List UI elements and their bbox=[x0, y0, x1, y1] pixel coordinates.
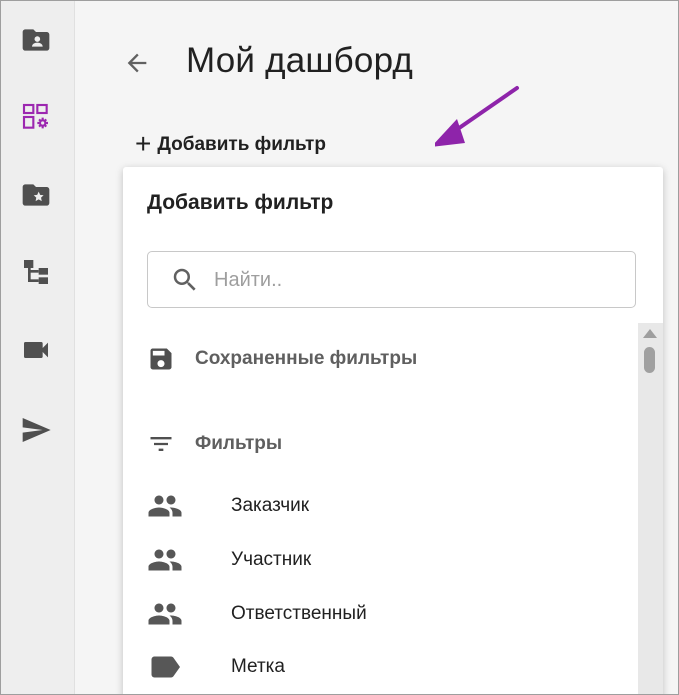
sidebar bbox=[1, 1, 75, 694]
people-icon bbox=[147, 488, 195, 524]
filters-section-header: Фильтры bbox=[147, 426, 282, 462]
add-filter-dropdown: Добавить фильтр Сохраненные фильтры bbox=[123, 167, 663, 694]
star-folder-icon bbox=[22, 184, 50, 206]
search-box[interactable] bbox=[147, 251, 636, 308]
sidebar-item-send[interactable] bbox=[18, 412, 54, 448]
saved-filters-item[interactable]: Сохраненные фильтры bbox=[147, 341, 417, 377]
arrow-back-icon bbox=[127, 53, 147, 73]
add-filter-button[interactable]: + Добавить фильтр bbox=[135, 129, 326, 161]
send-icon bbox=[22, 418, 51, 442]
filter-list-icon bbox=[147, 430, 183, 458]
annotation-arrow bbox=[435, 86, 519, 147]
back-button[interactable] bbox=[119, 45, 155, 81]
filters-section-label: Фильтры bbox=[195, 433, 283, 454]
page-title: Мой дашборд bbox=[186, 41, 414, 80]
sidebar-item-contacts[interactable] bbox=[18, 22, 54, 58]
plus-icon: + bbox=[135, 127, 152, 159]
filter-item-label: Ответственный bbox=[231, 603, 367, 624]
search-icon bbox=[173, 268, 196, 291]
sidebar-item-dashboards[interactable] bbox=[18, 99, 54, 135]
filter-item-customer[interactable]: Заказчик bbox=[147, 488, 617, 524]
filter-item-participant[interactable]: Участник bbox=[147, 542, 617, 578]
filter-item-responsible[interactable]: Ответственный bbox=[147, 596, 617, 632]
scroll-up-arrow-icon[interactable] bbox=[643, 329, 657, 338]
add-filter-label: Добавить фильтр bbox=[157, 134, 326, 155]
filter-item-label: Метка bbox=[231, 656, 285, 677]
people-icon bbox=[147, 542, 195, 578]
main-content: Мой дашборд + Добавить фильтр Добавить ф… bbox=[75, 1, 678, 694]
scrollbar-thumb[interactable] bbox=[644, 347, 655, 373]
filter-item-label: Участник bbox=[231, 549, 312, 570]
scrollbar[interactable] bbox=[638, 323, 663, 694]
dropdown-title: Добавить фильтр bbox=[147, 191, 334, 214]
app-frame: Мой дашборд + Добавить фильтр Добавить ф… bbox=[0, 0, 679, 695]
sidebar-item-hierarchy[interactable] bbox=[18, 254, 54, 290]
dashboard-settings-icon bbox=[22, 103, 48, 129]
filter-item-label-tag[interactable]: Метка bbox=[147, 649, 617, 685]
filter-item-label: Заказчик bbox=[231, 495, 310, 516]
sidebar-item-video[interactable] bbox=[18, 332, 54, 368]
contact-folder-icon bbox=[22, 29, 50, 51]
saved-filters-label: Сохраненные фильтры bbox=[195, 348, 418, 369]
video-camera-icon bbox=[24, 342, 48, 358]
hierarchy-icon bbox=[24, 260, 48, 284]
search-input[interactable] bbox=[212, 264, 616, 296]
people-icon bbox=[147, 596, 195, 632]
sidebar-item-favorites[interactable] bbox=[18, 177, 54, 213]
save-icon bbox=[147, 345, 183, 373]
label-tag-icon bbox=[147, 649, 195, 685]
